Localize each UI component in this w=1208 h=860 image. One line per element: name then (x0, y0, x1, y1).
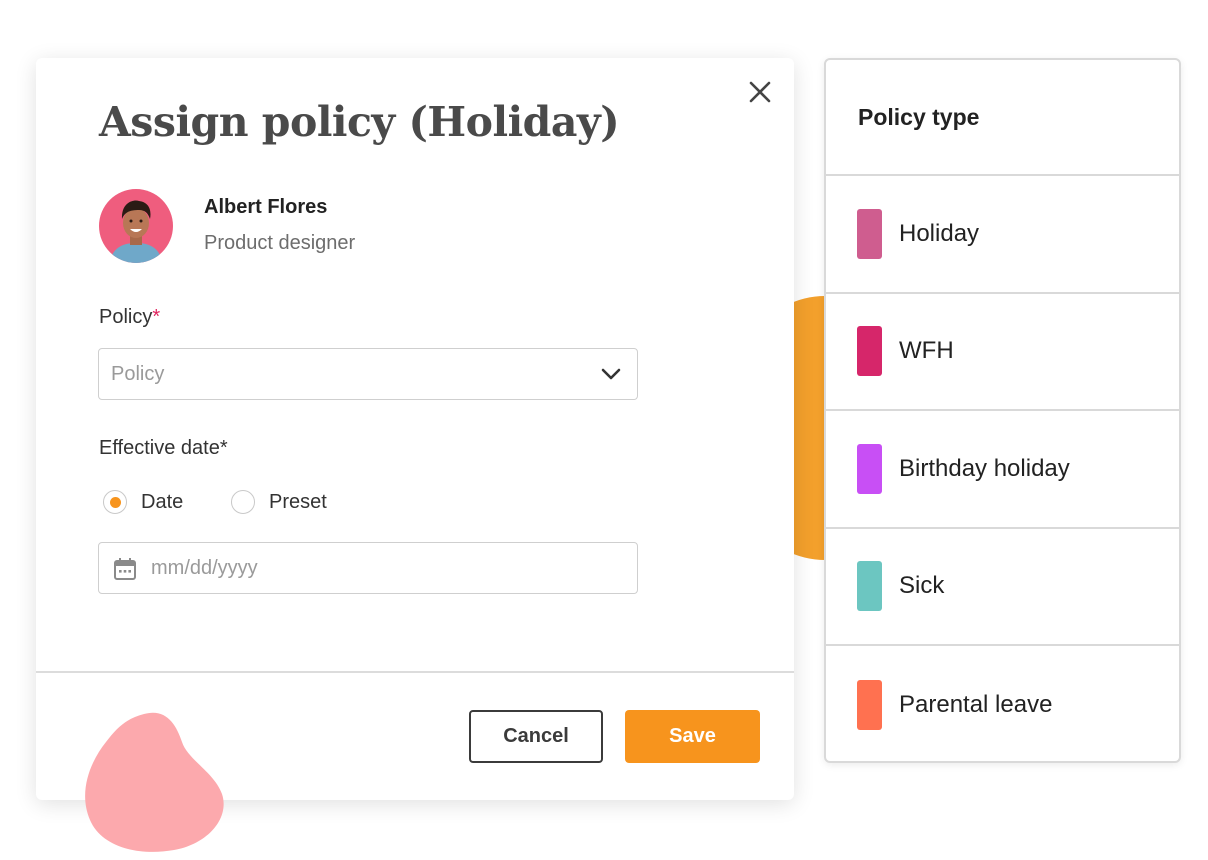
policy-item-label: Holiday (899, 219, 980, 247)
effective-date-label: Effective date* (99, 437, 228, 459)
radio-preset[interactable]: Preset (231, 490, 327, 514)
policy-color-swatch (857, 208, 882, 259)
policy-color-swatch (857, 679, 882, 730)
policy-color-swatch (857, 561, 882, 612)
radio-selected-dot (109, 496, 121, 508)
radio-date[interactable]: Date (103, 490, 183, 514)
user-role: Product designer (204, 232, 356, 254)
avatar (99, 189, 173, 263)
decorative-pink-blob (85, 712, 224, 852)
radio-date-circle[interactable] (103, 490, 127, 514)
policy-item-label: Parental leave (899, 690, 1053, 718)
policy-item-birthday-holiday[interactable]: Birthday holiday (826, 411, 1179, 529)
required-mark: * (152, 306, 161, 328)
policy-item-sick[interactable]: Sick (826, 529, 1179, 646)
radio-preset-label: Preset (269, 490, 327, 513)
modal-title: Assign policy (Holiday) (99, 98, 620, 146)
date-input-placeholder: mm/dd/yyyy (151, 557, 258, 579)
policy-type-header: Policy type (826, 60, 1179, 176)
chevron-down-icon (601, 368, 621, 380)
radio-date-label: Date (141, 490, 184, 513)
close-icon (749, 81, 771, 103)
user-name: Albert Flores (204, 196, 328, 218)
policy-item-label: WFH (899, 337, 954, 365)
radio-preset-circle[interactable] (231, 490, 255, 514)
close-button[interactable] (746, 78, 774, 106)
policy-select[interactable]: Policy (98, 348, 638, 400)
footer-divider (36, 671, 794, 673)
policy-item-label: Sick (899, 572, 945, 600)
cancel-button[interactable]: Cancel (469, 710, 603, 763)
policy-item-holiday[interactable]: Holiday (826, 176, 1179, 294)
policy-color-swatch (857, 326, 882, 377)
calendar-icon (114, 558, 136, 580)
assign-policy-modal: Assign policy (Holiday) Albert Flores Pr… (36, 58, 794, 800)
policy-item-label: Birthday holiday (899, 454, 1070, 482)
save-button[interactable]: Save (625, 710, 760, 763)
policy-item-wfh[interactable]: WFH (826, 294, 1179, 411)
policy-select-placeholder: Policy (111, 363, 165, 385)
policy-color-swatch (857, 443, 882, 494)
policy-label-text: Policy (99, 306, 153, 328)
policy-type-panel: Policy type Holiday WFH Birthday holiday… (824, 58, 1181, 763)
policy-label: Policy* (99, 306, 160, 329)
date-input[interactable]: mm/dd/yyyy (98, 542, 638, 594)
policy-item-parental-leave[interactable]: Parental leave (826, 646, 1179, 764)
